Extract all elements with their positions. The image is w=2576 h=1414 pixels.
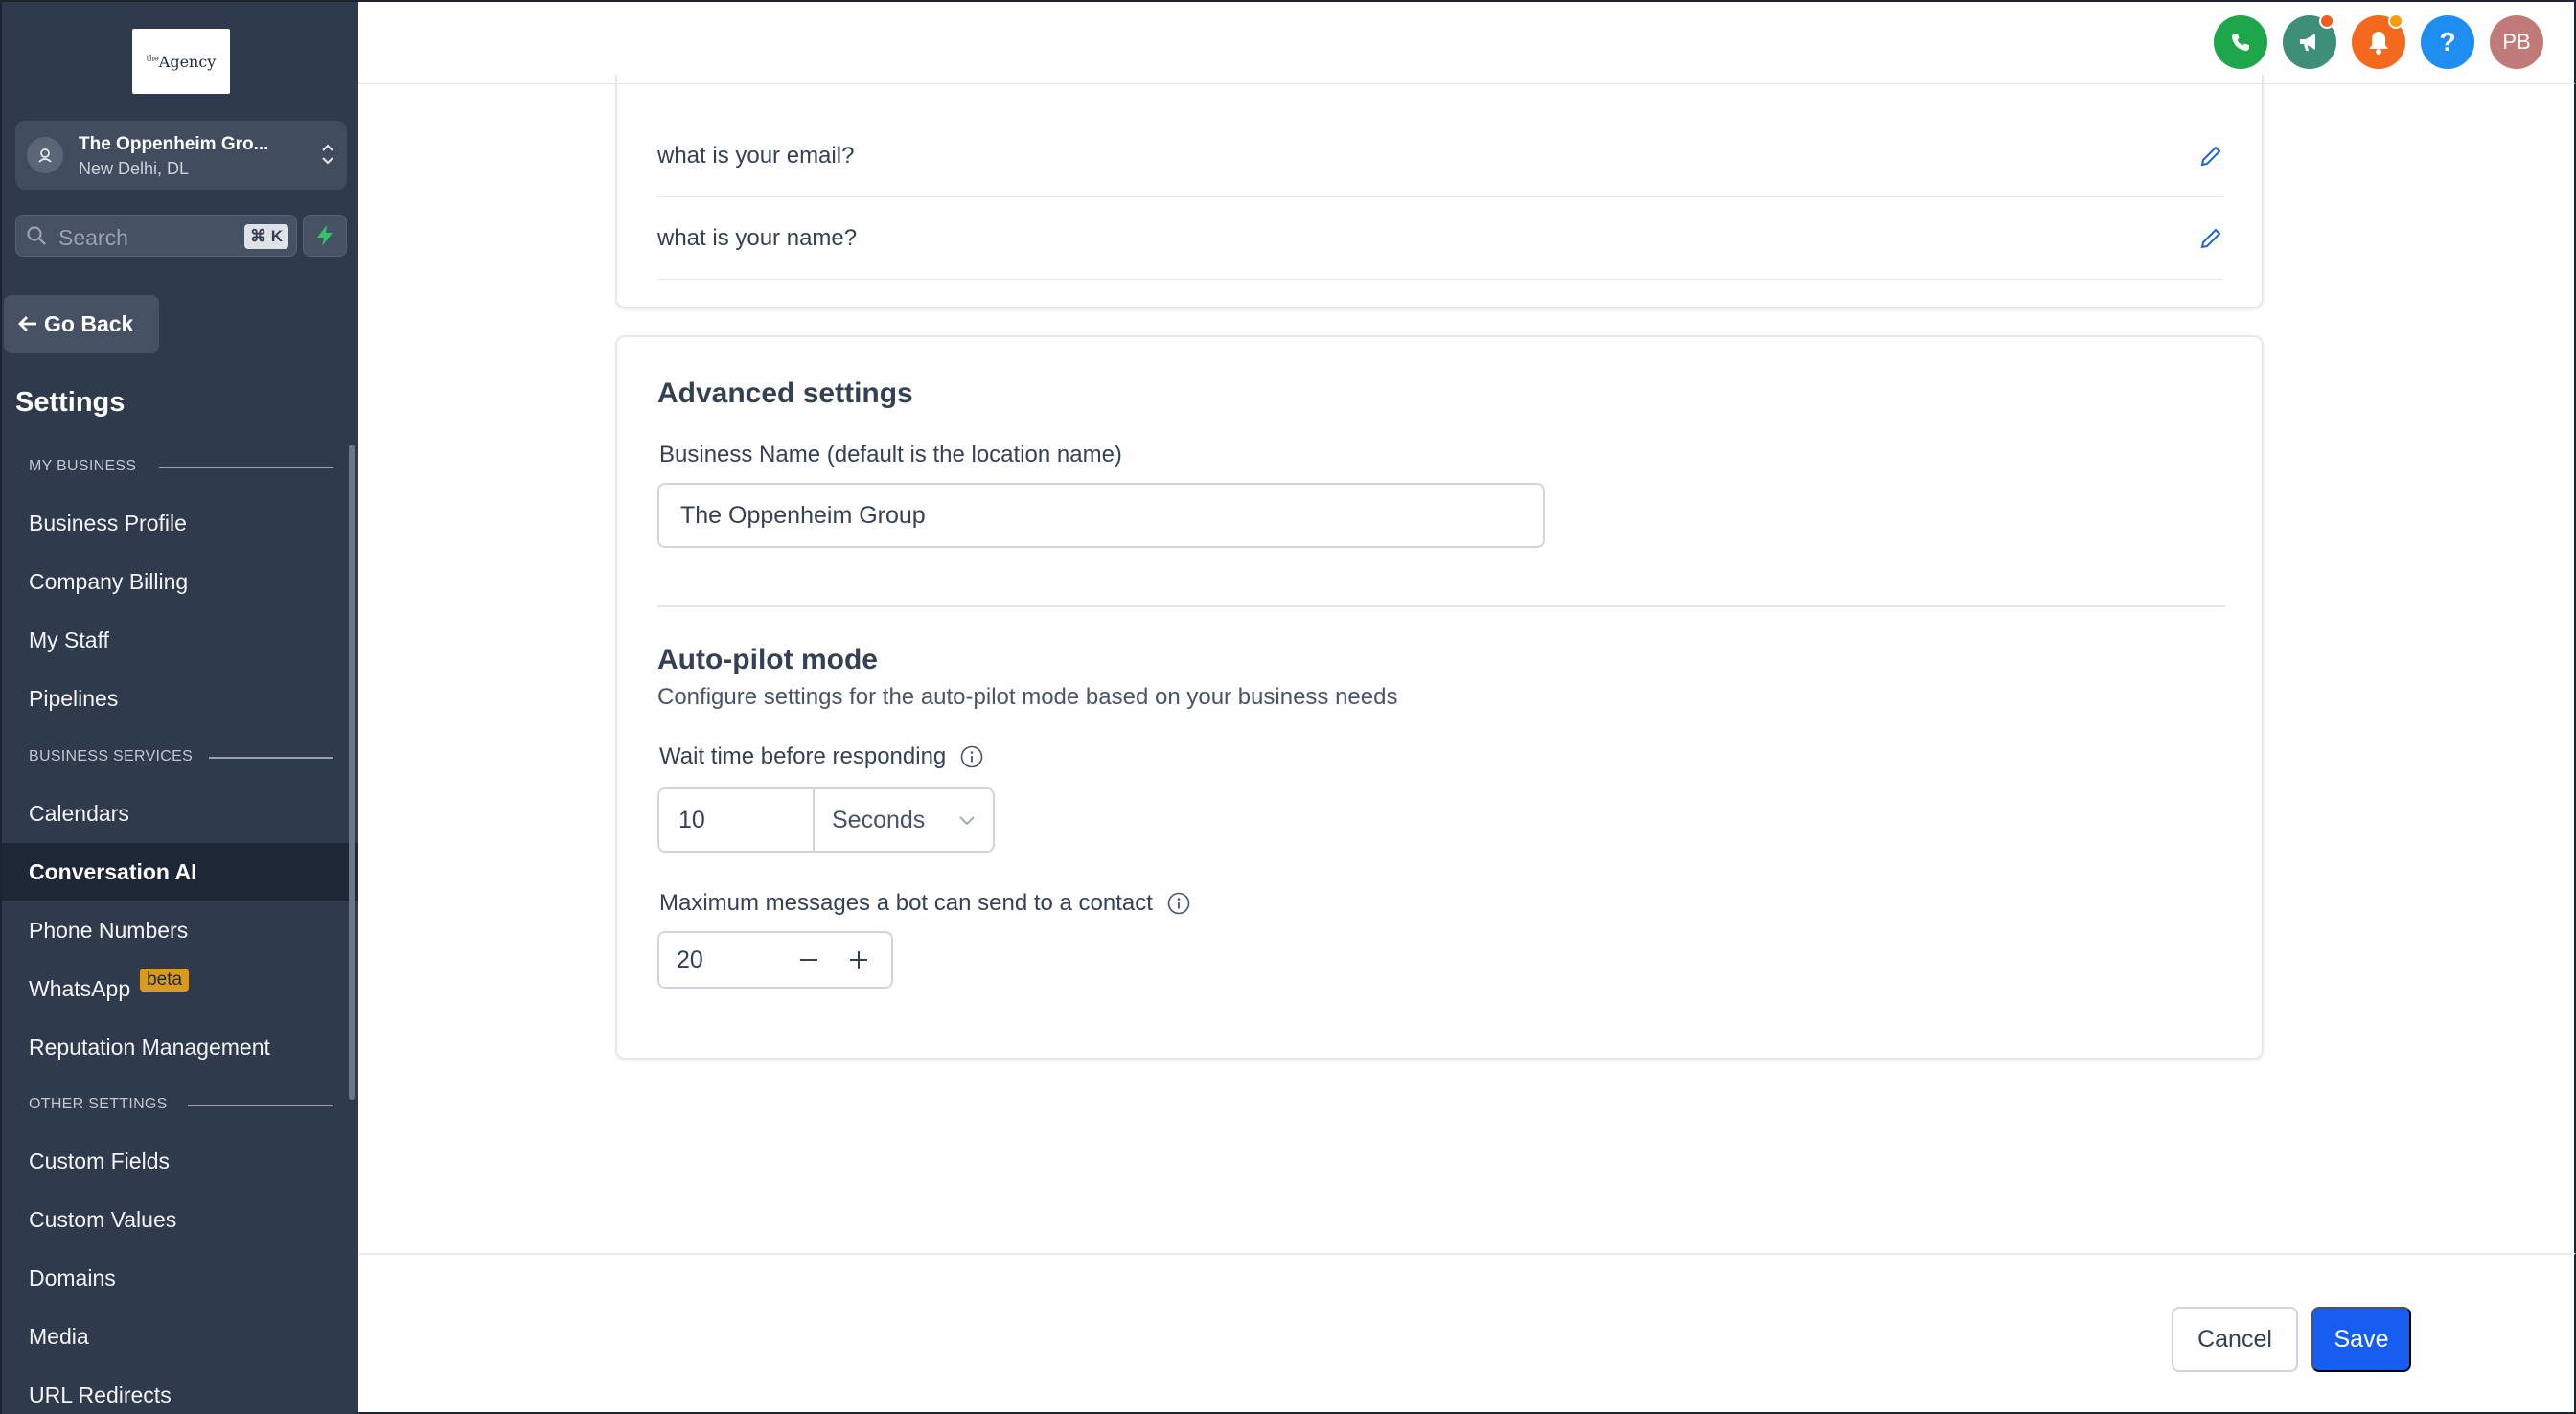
bell-icon [2369, 32, 2388, 55]
list-item: what is your name? [657, 197, 2223, 280]
location-pin-icon [27, 137, 63, 173]
wait-time-label: Wait time before responding [659, 743, 984, 770]
user-avatar[interactable]: PB [2490, 15, 2543, 69]
advanced-settings-title: Advanced settings [657, 377, 913, 409]
go-back-button[interactable]: Go Back [4, 295, 159, 353]
nav-item-calendars[interactable]: Calendars [2, 785, 358, 842]
divider [159, 467, 334, 468]
sidebar: theAgency The Oppenheim Gro... New Delhi… [0, 0, 358, 1414]
wait-unit-select[interactable]: Seconds [815, 789, 993, 851]
pencil-icon[interactable] [2198, 144, 2223, 169]
question-icon: ? [2439, 29, 2455, 56]
nav-item-conversation-ai[interactable]: Conversation AI [2, 843, 358, 901]
phone-icon [2232, 34, 2249, 51]
nav-item-domains[interactable]: Domains [2, 1249, 358, 1307]
business-name-input[interactable]: The Oppenheim Group [657, 483, 1545, 548]
section-label-business-services: BUSINESS SERVICES [29, 748, 194, 764]
question-text: what is your email? [657, 142, 855, 169]
phone-button[interactable] [2214, 15, 2267, 69]
pencil-icon[interactable] [2198, 226, 2223, 251]
main-content: what is your email? what is your name? A… [358, 75, 2576, 1253]
question-text: what is your name? [657, 224, 858, 251]
nav-item-my-staff[interactable]: My Staff [2, 611, 358, 669]
beta-badge: beta [140, 969, 190, 992]
info-icon[interactable] [959, 744, 984, 769]
help-button[interactable]: ? [2421, 15, 2474, 69]
announcements-button[interactable] [2283, 13, 2336, 69]
search-placeholder: Search [58, 225, 128, 250]
chevron-down-icon [959, 816, 975, 826]
top-bar: ? PB [358, 0, 2576, 84]
plus-icon [850, 951, 867, 969]
search-input[interactable]: Search ⌘ K [15, 215, 297, 257]
divider [188, 1105, 334, 1106]
decrement-button[interactable] [784, 933, 834, 987]
location-city: New Delhi, DL [79, 159, 190, 178]
business-name-label: Business Name (default is the location n… [659, 442, 1122, 468]
section-label-my-business: MY BUSINESS [29, 458, 137, 474]
max-messages-stepper: 20 [657, 931, 893, 989]
location-switcher[interactable]: The Oppenheim Gro... New Delhi, DL [15, 121, 347, 190]
search-shortcut: ⌘ K [244, 224, 288, 249]
notification-dot [2388, 13, 2404, 29]
nav-item-pipelines[interactable]: Pipelines [2, 670, 358, 727]
svg-text:?: ? [2439, 29, 2455, 56]
autopilot-title: Auto-pilot mode [657, 644, 878, 675]
list-item: what is your email? [657, 115, 2223, 197]
quick-action-button[interactable] [303, 215, 347, 257]
nav-item-business-profile[interactable]: Business Profile [2, 494, 358, 552]
nav-item-custom-values[interactable]: Custom Values [2, 1191, 358, 1248]
divider [209, 757, 334, 759]
sidebar-scrollbar[interactable] [349, 445, 355, 1100]
nav-item-media[interactable]: Media [2, 1308, 358, 1365]
form-footer: Cancel Save [358, 1253, 2576, 1414]
wait-time-input[interactable]: 10 [659, 789, 815, 851]
wait-time-input-group: 10 Seconds [657, 787, 995, 853]
questions-card: what is your email? what is your name? [615, 75, 2264, 308]
location-name: The Oppenheim Gro... [79, 134, 269, 154]
minus-icon [800, 959, 817, 961]
chevron-updown-icon [322, 144, 334, 165]
settings-title: Settings [15, 387, 126, 418]
autopilot-description: Configure settings for the auto-pilot mo… [657, 684, 1398, 710]
nav-item-url-redirects[interactable]: URL Redirects [2, 1366, 358, 1414]
increment-button[interactable] [834, 933, 884, 987]
nav-item-whatsapp[interactable]: WhatsApp beta [2, 960, 358, 1017]
notification-dot [2319, 13, 2334, 29]
max-messages-input[interactable]: 20 [659, 946, 784, 974]
section-label-other-settings: OTHER SETTINGS [29, 1096, 168, 1112]
save-button[interactable]: Save [2312, 1307, 2411, 1372]
advanced-settings-card: Advanced settings Business Name (default… [615, 335, 2264, 1060]
info-icon[interactable] [1166, 891, 1191, 916]
lightning-icon [317, 225, 333, 246]
nav-item-reputation-management[interactable]: Reputation Management [2, 1018, 358, 1076]
cancel-button[interactable]: Cancel [2172, 1307, 2298, 1372]
arrow-left-icon [18, 316, 36, 331]
divider [657, 605, 2225, 607]
agency-logo[interactable]: theAgency [132, 29, 230, 94]
max-messages-label: Maximum messages a bot can send to a con… [659, 890, 1191, 917]
nav-item-company-billing[interactable]: Company Billing [2, 553, 358, 610]
nav-item-phone-numbers[interactable]: Phone Numbers [2, 901, 358, 959]
notifications-button[interactable] [2352, 13, 2405, 69]
nav-item-custom-fields[interactable]: Custom Fields [2, 1132, 358, 1190]
search-icon [27, 226, 46, 245]
megaphone-icon [2300, 34, 2315, 51]
